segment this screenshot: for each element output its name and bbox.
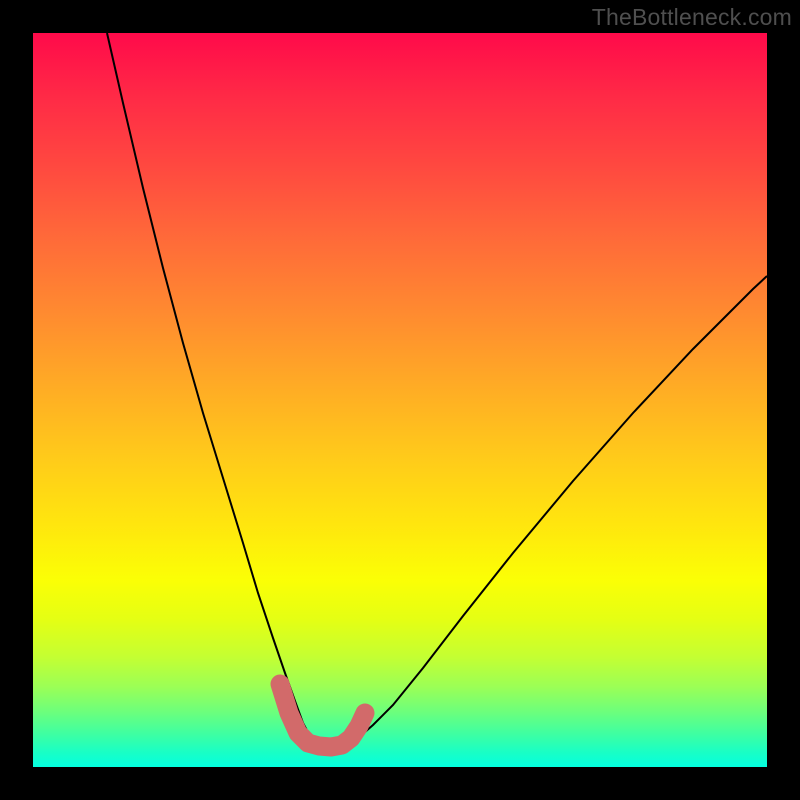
plot-area xyxy=(33,33,767,767)
watermark-text: TheBottleneck.com xyxy=(592,4,792,31)
chart-frame: TheBottleneck.com xyxy=(0,0,800,800)
bottleneck-curve-path xyxy=(107,33,767,747)
chart-svg xyxy=(33,33,767,767)
bottleneck-marker-path xyxy=(280,684,365,747)
